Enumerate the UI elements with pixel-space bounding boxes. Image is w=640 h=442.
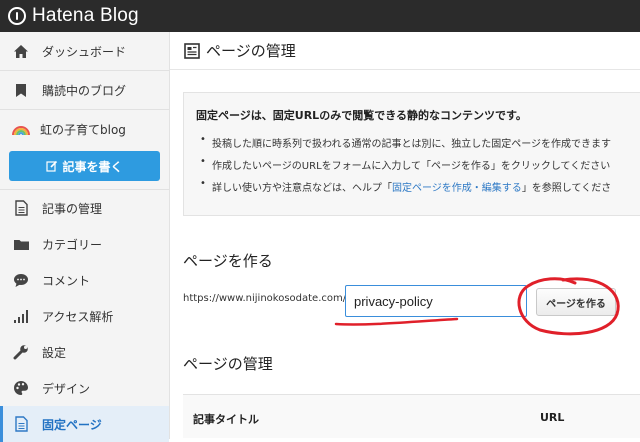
document-icon	[12, 199, 30, 217]
page-header: ページの管理	[170, 32, 640, 70]
sidebar-item-label: ダッシュボード	[42, 44, 127, 59]
column-header-url: URL	[540, 411, 565, 424]
home-icon	[12, 42, 30, 60]
sidebar-item-fixed-pages[interactable]: 固定ページ	[0, 406, 169, 442]
url-prefix: https://www.nijinokosodate.com/	[183, 293, 347, 304]
sidebar-item-label: 購読中のブログ	[42, 83, 127, 98]
sidebar-item-articles[interactable]: 記事の管理	[0, 190, 169, 226]
info-line: 投稿した順に時系列で扱われる通常の記事とは別に、独立した固定ページを作成できます	[196, 134, 640, 157]
sidebar: ダッシュボード 購読中のブログ 虹の子育てblog 記事を書く 記事の管理 カテ…	[0, 32, 170, 442]
top-bar: Hatena Blog	[0, 0, 640, 32]
main-content: ページの管理 固定ページは、固定URLのみで閲覧できる静的なコンテンツです。 投…	[170, 32, 640, 439]
create-section-title: ページを作る	[183, 252, 273, 270]
page-slug-input[interactable]	[345, 285, 527, 317]
sidebar-item-label: 設定	[42, 345, 67, 360]
info-text: 」を参照してくださ	[521, 183, 612, 194]
sidebar-item-design[interactable]: デザイン	[0, 370, 169, 406]
write-article-label: 記事を書く	[62, 159, 123, 174]
column-header-title: 記事タイトル	[193, 413, 259, 426]
help-link[interactable]: 固定ページを作成・編集する	[392, 183, 522, 194]
sidebar-item-categories[interactable]: カテゴリー	[0, 226, 169, 262]
page-icon	[184, 42, 200, 59]
sidebar-item-settings[interactable]: 設定	[0, 334, 169, 370]
page-icon	[12, 415, 30, 433]
sidebar-item-label: デザイン	[42, 381, 91, 396]
write-article-button[interactable]: 記事を書く	[9, 151, 160, 181]
sidebar-item-analytics[interactable]: アクセス解析	[0, 298, 169, 334]
sidebar-item-label: カテゴリー	[42, 237, 103, 252]
manage-section-title: ページの管理	[183, 355, 273, 373]
info-text: 詳しい使い方や注意点などは、ヘルプ「	[212, 183, 392, 194]
sidebar-item-comments[interactable]: コメント	[0, 262, 169, 298]
sidebar-item-subscriptions[interactable]: 購読中のブログ	[0, 71, 169, 109]
blog-name: 虹の子育てblog	[40, 123, 126, 137]
sidebar-item-label: コメント	[42, 273, 91, 288]
info-box: 固定ページは、固定URLのみで閲覧できる静的なコンテンツです。 投稿した順に時系…	[183, 92, 640, 216]
palette-icon	[12, 379, 30, 397]
app-logo-text[interactable]: Hatena Blog	[32, 5, 139, 27]
sidebar-item-label: 記事の管理	[42, 201, 103, 216]
bookmark-icon	[12, 81, 30, 99]
info-list: 投稿した順に時系列で扱われる通常の記事とは別に、独立した固定ページを作成できます…	[196, 134, 640, 201]
info-line: 作成したいページのURLをフォームに入力して「ページを作る」をクリックしてくださ…	[196, 156, 640, 179]
rainbow-icon	[12, 121, 30, 139]
sidebar-item-label: アクセス解析	[42, 309, 114, 324]
sidebar-item-dashboard[interactable]: ダッシュボード	[0, 32, 169, 70]
wrench-icon	[12, 343, 30, 361]
hatena-logo-icon[interactable]	[8, 7, 26, 25]
table-header: 記事タイトル URL	[183, 394, 640, 438]
page-title: ページの管理	[206, 42, 296, 60]
sidebar-item-label: 固定ページ	[42, 417, 102, 432]
sidebar-blog-selector[interactable]: 虹の子育てblog	[0, 109, 169, 149]
create-page-button[interactable]: ページを作る	[536, 288, 616, 316]
bar-chart-icon	[12, 307, 30, 325]
folder-icon	[12, 235, 30, 253]
comment-icon	[12, 271, 30, 289]
info-line: 詳しい使い方や注意点などは、ヘルプ「固定ページを作成・編集する」を参照してくださ	[196, 178, 640, 201]
info-title: 固定ページは、固定URLのみで閲覧できる静的なコンテンツです。	[196, 109, 527, 122]
edit-icon	[46, 160, 58, 172]
